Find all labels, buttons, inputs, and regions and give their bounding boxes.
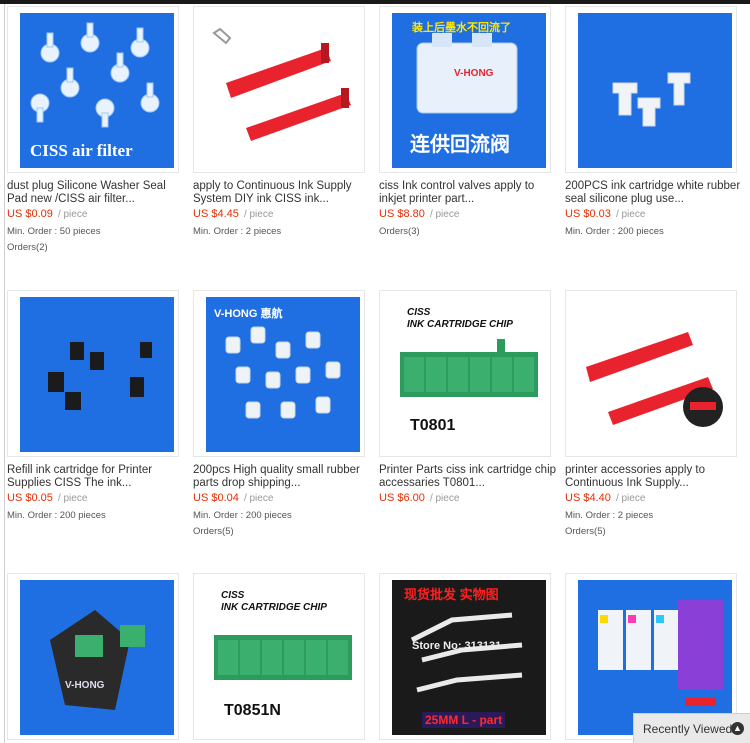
- rubber-parts-illustration: [225, 326, 341, 419]
- product-thumbnail[interactable]: CISS air filter: [7, 6, 179, 173]
- red-clip-illustration: [212, 27, 351, 141]
- product-title[interactable]: Printer Parts ciss ink cartridge chip ac…: [379, 464, 559, 490]
- product-image[interactable]: [578, 13, 732, 168]
- product-image[interactable]: V-HONG 惠航: [206, 297, 360, 452]
- product-price: US $0.05 / piece: [7, 492, 88, 504]
- product-card[interactable]: V-HONG: [7, 573, 193, 743]
- product-image[interactable]: CISS air filter: [20, 13, 174, 168]
- image-caption-bottom: 连供回流阀: [410, 134, 510, 156]
- product-image[interactable]: 现货批发 实物图 Store No: 313131 25MM L - part: [392, 580, 546, 735]
- product-thumbnail[interactable]: [7, 290, 179, 457]
- silicone-plug-illustration: [612, 72, 691, 127]
- orders-count[interactable]: Orders(5): [565, 526, 606, 537]
- product-image[interactable]: 装上后墨水不回流了 V-HONG 连供回流阀: [392, 13, 546, 168]
- product-thumbnail[interactable]: V-HONG: [7, 573, 179, 740]
- product-thumbnail[interactable]: 现货批发 实物图 Store No: 313131 25MM L - part: [379, 573, 551, 740]
- product-price: US $0.09 / piece: [7, 208, 88, 220]
- product-card[interactable]: apply to Continuous Ink Supply System DI…: [193, 6, 379, 281]
- product-card[interactable]: 200PCS ink cartridge white rubber seal s…: [565, 6, 750, 281]
- product-title[interactable]: 200pcs High quality small rubber parts d…: [193, 464, 373, 490]
- top-bar: [0, 0, 750, 4]
- min-order: Min. Order : 200 pieces: [565, 226, 664, 237]
- image-watermark: V-HONG: [65, 680, 105, 691]
- product-title[interactable]: apply to Continuous Ink Supply System DI…: [193, 180, 373, 206]
- product-card[interactable]: CISS INK CARTRIDGE CHIP T0801 Printer Pa…: [379, 290, 565, 565]
- orders-count[interactable]: Orders(5): [193, 526, 234, 537]
- product-card[interactable]: CISS INK CARTRIDGE CHIP T0851N: [193, 573, 379, 743]
- rubber-plug-illustration: [48, 342, 152, 410]
- product-thumbnail[interactable]: [565, 6, 737, 173]
- product-price: US $4.45 / piece: [193, 208, 274, 220]
- min-order: Min. Order : 200 pieces: [193, 510, 292, 521]
- product-title[interactable]: printer accessories apply to Continuous …: [565, 464, 745, 490]
- image-caption-model: T0801: [410, 417, 456, 434]
- image-watermark: V-HONG: [454, 68, 494, 79]
- left-divider: [4, 4, 5, 743]
- product-price: US $0.04 / piece: [193, 492, 274, 504]
- recently-viewed-label: Recently Viewed: [643, 722, 733, 736]
- product-image[interactable]: CISS INK CARTRIDGE CHIP T0851N: [206, 580, 360, 735]
- product-price: US $6.00 / piece: [379, 492, 460, 504]
- product-title[interactable]: ciss Ink control valves apply to inkjet …: [379, 180, 559, 206]
- product-card[interactable]: printer accessories apply to Continuous …: [565, 290, 750, 565]
- cartridge-holder-illustration: [50, 610, 145, 710]
- product-card[interactable]: 现货批发 实物图 Store No: 313131 25MM L - part: [379, 573, 565, 743]
- ciss-kit-illustration: [598, 600, 723, 706]
- recently-viewed-button[interactable]: Recently Viewed ▲: [633, 713, 750, 743]
- min-order: Min. Order : 2 pieces: [193, 226, 282, 237]
- product-title[interactable]: dust plug Silicone Washer Seal Pad new /…: [7, 180, 187, 206]
- product-thumbnail[interactable]: [193, 6, 365, 173]
- red-clip-illustration: [586, 332, 723, 427]
- product-card[interactable]: CISS air filter dust plug Silicone Washe…: [7, 6, 193, 281]
- image-caption-bottom: 25MM L - part: [422, 712, 506, 728]
- orders-count[interactable]: Orders(3): [379, 226, 420, 237]
- min-order: Min. Order : 2 pieces: [565, 510, 654, 521]
- product-card[interactable]: Refill ink cartridge for Printer Supplie…: [7, 290, 193, 565]
- product-thumbnail[interactable]: CISS INK CARTRIDGE CHIP T0801: [379, 290, 551, 457]
- product-thumbnail[interactable]: 装上后墨水不回流了 V-HONG 连供回流阀: [379, 6, 551, 173]
- product-card[interactable]: 装上后墨水不回流了 V-HONG 连供回流阀 ciss Ink control …: [379, 6, 565, 281]
- product-price: US $4.40 / piece: [565, 492, 646, 504]
- orders-count[interactable]: Orders(2): [7, 242, 48, 253]
- product-price: US $8.80 / piece: [379, 208, 460, 220]
- product-title[interactable]: Refill ink cartridge for Printer Supplie…: [7, 464, 187, 490]
- product-image[interactable]: CISS INK CARTRIDGE CHIP T0801: [392, 297, 546, 452]
- chevron-up-icon: ▲: [731, 722, 744, 735]
- product-card[interactable]: V-HONG 惠航 200pcs High quality small rubb…: [193, 290, 379, 565]
- image-watermark: Store No: 313131: [412, 640, 502, 652]
- product-image[interactable]: [578, 297, 732, 452]
- product-image[interactable]: [206, 13, 360, 168]
- product-thumbnail[interactable]: V-HONG 惠航: [193, 290, 365, 457]
- image-caption: CISS air filter: [30, 141, 133, 160]
- min-order: Min. Order : 200 pieces: [7, 510, 106, 521]
- product-image[interactable]: [578, 580, 732, 735]
- product-thumbnail[interactable]: [565, 290, 737, 457]
- product-price: US $0.03 / piece: [565, 208, 646, 220]
- min-order: Min. Order : 50 pieces: [7, 226, 101, 237]
- product-image[interactable]: V-HONG: [20, 580, 174, 735]
- image-caption-model: T0851N: [224, 702, 281, 719]
- product-title[interactable]: 200PCS ink cartridge white rubber seal s…: [565, 180, 745, 206]
- product-thumbnail[interactable]: CISS INK CARTRIDGE CHIP T0851N: [193, 573, 365, 740]
- product-image[interactable]: [20, 297, 174, 452]
